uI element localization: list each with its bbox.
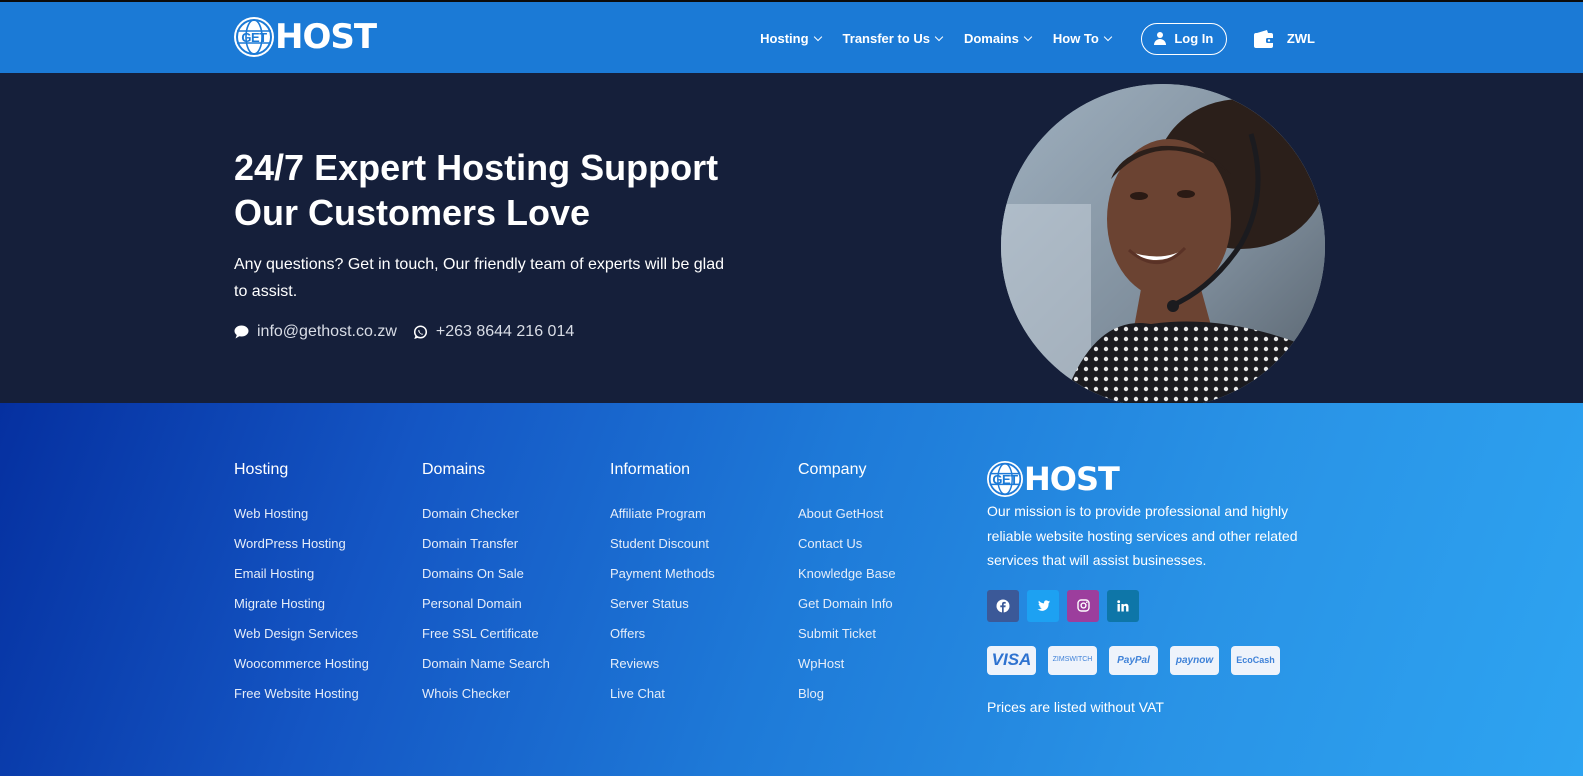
nav-transfer[interactable]: Transfer to Us (842, 31, 944, 46)
footer-link[interactable]: Email Hosting (234, 559, 369, 589)
nav-how-to[interactable]: How To (1052, 31, 1113, 46)
linkedin-button[interactable] (1107, 589, 1139, 622)
footer-link[interactable]: Personal Domain (422, 589, 550, 619)
footer-link[interactable]: Contact Us (798, 529, 896, 559)
logo-text: HOST (1024, 460, 1120, 498)
hero-title-line: 24/7 Expert Hosting Support (234, 147, 719, 188)
footer-link[interactable]: Offers (610, 619, 715, 649)
footer-link[interactable]: WpHost (798, 649, 896, 679)
chevron-down-icon (934, 32, 944, 41)
chevron-down-icon (1023, 32, 1033, 41)
footer-link[interactable]: Knowledge Base (798, 559, 896, 589)
nav-label: Transfer to Us (842, 31, 930, 46)
nav-label: Hosting (760, 31, 809, 46)
linkedin-icon (1117, 599, 1129, 611)
contact-links: info@gethost.co.zw +263 8644 216 014 (234, 323, 590, 341)
footer-link[interactable]: Blog (798, 679, 896, 709)
zimswitch-top: ZIM (1052, 656, 1065, 663)
globe-icon: GET (987, 461, 1023, 497)
instagram-button[interactable] (1067, 589, 1099, 622)
footer-col-company: Company About GetHost Contact Us Knowled… (798, 461, 896, 709)
footer-link[interactable]: Free SSL Certificate (422, 619, 550, 649)
site-header: GET HOST Hosting Transfer to Us Domains … (0, 0, 1583, 73)
chevron-down-icon (1103, 32, 1113, 41)
nav-label: Domains (963, 31, 1019, 46)
globe-icon: GET (234, 17, 274, 57)
footer-link[interactable]: Domains On Sale (422, 559, 550, 589)
wallet-icon (1253, 29, 1274, 48)
nav-hosting[interactable]: Hosting (760, 31, 822, 46)
vat-note: Prices are listed without VAT (987, 698, 1164, 715)
footer-link[interactable]: Domain Transfer (422, 529, 550, 559)
hero-title-line: Our Customers Love (234, 192, 591, 233)
footer-link[interactable]: Server Status (610, 589, 715, 619)
footer-link[interactable]: Free Website Hosting (234, 679, 369, 709)
footer-link[interactable]: About GetHost (798, 499, 896, 529)
footer-col-title: Hosting (234, 461, 289, 478)
zimswitch-bottom: SWITCH (1064, 656, 1093, 663)
footer-link[interactable]: Submit Ticket (798, 619, 896, 649)
footer-link[interactable]: Live Chat (610, 679, 715, 709)
footer-link[interactable]: Affiliate Program (610, 499, 715, 529)
footer-col-title: Domains (422, 461, 486, 478)
footer-link[interactable]: Student Discount (610, 529, 715, 559)
footer-link[interactable]: Woocommerce Hosting (234, 649, 369, 679)
chat-bubble-icon (234, 325, 249, 339)
currency-selector[interactable]: ZWL (1253, 29, 1315, 49)
payment-methods: VISA ZIM SWITCH PayPal paynow EcoCash (987, 645, 1307, 675)
footer-link[interactable]: Web Design Services (234, 619, 369, 649)
footer-link[interactable]: Payment Methods (610, 559, 715, 589)
logo-prefix: GET (992, 471, 1018, 487)
site-logo[interactable]: GET HOST (234, 17, 377, 57)
whatsapp-icon (413, 324, 427, 339)
ecocash-logo: EcoCash (1231, 645, 1280, 675)
support-agent-photo (1001, 84, 1325, 408)
paypal-logo: PayPal (1109, 645, 1158, 675)
phone-text: +263 8644 216 014 (435, 323, 575, 340)
site-footer: Hosting Web Hosting WordPress Hosting Em… (0, 403, 1583, 776)
user-icon (1154, 32, 1167, 45)
paynow-logo: paynow (1170, 645, 1219, 675)
twitter-button[interactable] (1027, 589, 1059, 622)
nav-domains[interactable]: Domains (963, 31, 1033, 46)
login-button[interactable]: Log In (1140, 22, 1227, 55)
hero-title: 24/7 Expert Hosting Support Our Customer… (234, 145, 794, 235)
footer-link[interactable]: Migrate Hosting (234, 589, 369, 619)
hero-subtitle: Any questions? Get in touch, Our friendl… (234, 256, 725, 300)
footer-link[interactable]: Domain Name Search (422, 649, 550, 679)
phone-link[interactable]: +263 8644 216 014 (413, 323, 574, 341)
footer-brand: GET HOST Our mission is to provide profe… (987, 461, 1307, 715)
chevron-down-icon (813, 32, 822, 41)
twitter-icon (1037, 599, 1050, 611)
social-links (987, 589, 1307, 622)
mission-text: Our mission is to provide professional a… (987, 503, 1298, 568)
footer-link[interactable]: Web Hosting (234, 499, 369, 529)
footer-col-domains: Domains Domain Checker Domain Transfer D… (422, 461, 550, 709)
logo-text: HOST (275, 17, 377, 57)
footer-link[interactable]: Domain Checker (422, 499, 550, 529)
support-hero: 24/7 Expert Hosting Support Our Customer… (0, 73, 1583, 408)
footer-link[interactable]: Reviews (610, 649, 715, 679)
visa-logo: VISA (987, 645, 1036, 675)
logo-prefix: GET (241, 29, 267, 45)
email-text: info@gethost.co.zw (257, 323, 397, 340)
facebook-button[interactable] (987, 589, 1019, 622)
instagram-icon (1076, 599, 1090, 612)
email-link[interactable]: info@gethost.co.zw (234, 323, 397, 341)
footer-link[interactable]: Whois Checker (422, 679, 550, 709)
zimswitch-logo: ZIM SWITCH (1048, 645, 1097, 675)
login-label: Log In (1174, 31, 1214, 46)
facebook-icon (996, 599, 1010, 613)
footer-logo[interactable]: GET HOST (987, 461, 1307, 497)
footer-link[interactable]: Get Domain Info (798, 589, 896, 619)
main-nav: Hosting Transfer to Us Domains How To Lo… (738, 2, 1315, 75)
currency-label: ZWL (1286, 31, 1315, 46)
footer-col-title: Company (798, 461, 867, 478)
footer-col-title: Information (610, 461, 691, 478)
nav-label: How To (1052, 31, 1099, 46)
footer-link[interactable]: WordPress Hosting (234, 529, 369, 559)
footer-col-information: Information Affiliate Program Student Di… (610, 461, 715, 709)
footer-col-hosting: Hosting Web Hosting WordPress Hosting Em… (234, 461, 369, 709)
